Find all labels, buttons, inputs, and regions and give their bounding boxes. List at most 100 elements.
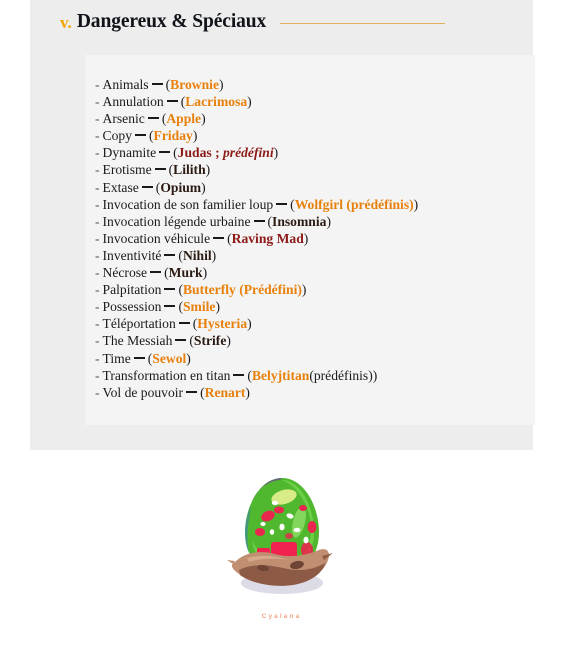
list-item: - Extase (Opium) — [95, 179, 527, 196]
list-bullet-dash: - — [95, 145, 100, 161]
spell-name-suffix: prédéfini — [219, 145, 274, 161]
spell-label: The Messiah — [102, 333, 173, 349]
spell-name: Renart — [204, 384, 246, 400]
em-dash-separator — [164, 305, 176, 308]
spell-name: Wolfgirl (prédéfinis) — [294, 196, 414, 212]
spell-label: Extase — [102, 179, 139, 195]
spell-list-panel: - Animals (Brownie) - Annulation (Lacrimosa) -… — [85, 55, 535, 425]
list-bullet-dash: - — [95, 282, 100, 298]
em-dash-separator — [154, 168, 166, 171]
em-dash-separator — [150, 271, 162, 274]
page-title: Dangereux & Spéciaux — [76, 11, 267, 33]
spell-label: Palpitation — [102, 282, 162, 298]
spell-label: Dynamite — [102, 145, 157, 161]
em-dash-separator — [166, 100, 178, 103]
close-paren: ) — [202, 265, 208, 281]
spell-label: Arsenic — [102, 111, 145, 127]
close-paren: ) — [413, 196, 419, 212]
em-dash-separator — [135, 134, 146, 137]
close-paren: ) — [247, 94, 252, 110]
spell-label: Inventivité — [102, 247, 162, 263]
em-dash-separator — [276, 202, 288, 205]
page-root: v. Dangereux & Spéciaux - Animals (Brownie… — [0, 0, 563, 672]
spell-label: Transformation en titan — [102, 367, 231, 383]
list-bullet-dash: - — [95, 196, 100, 212]
spell-label: Invocation véhicule — [102, 230, 211, 246]
spell-name: Lacrimosa — [185, 94, 248, 110]
illustration-caption: Cyalana — [261, 613, 302, 620]
em-dash-separator — [147, 117, 159, 120]
section-container: v. Dangereux & Spéciaux - Animals (Brownie… — [30, 0, 535, 450]
spell-label: Time — [102, 350, 131, 366]
spell-name-suffix: (prédéfinis) — [309, 367, 373, 383]
close-paren: ) — [247, 316, 252, 332]
list-item: - Annulation (Lacrimosa) — [95, 93, 527, 110]
em-dash-separator — [175, 339, 187, 342]
spell-name: Hysteria — [197, 316, 248, 332]
close-paren: ) — [186, 350, 191, 366]
close-paren: ) — [245, 384, 250, 400]
spell-name: Raving Mad — [231, 230, 304, 246]
close-paren: ) — [201, 179, 206, 195]
close-paren: ) — [273, 145, 279, 161]
spell-label: Erotisme — [102, 162, 152, 178]
close-paren: ) — [205, 162, 211, 178]
spell-list: - Animals (Brownie) - Annulation (Lacrimosa) -… — [95, 76, 527, 401]
list-bullet-dash: - — [95, 350, 100, 366]
em-dash-separator — [233, 373, 245, 376]
list-item: - Nécrose (Murk) — [95, 264, 527, 281]
spell-name: Friday — [153, 128, 193, 144]
spell-label: Possession — [102, 299, 162, 315]
spell-name: Opium — [160, 179, 202, 195]
spell-label: Vol de pouvoir — [102, 384, 184, 400]
spell-name: Judas ; — [177, 145, 220, 161]
spell-name: Lilith — [173, 162, 206, 178]
spell-label: Invocation de son familier loup — [102, 196, 274, 212]
list-bullet-dash: - — [95, 333, 100, 349]
list-bullet-dash: - — [95, 111, 100, 127]
list-bullet-dash: - — [95, 213, 100, 229]
em-dash-separator — [213, 236, 225, 239]
egg-in-nest-icon — [226, 478, 333, 594]
list-bullet-dash: - — [95, 179, 100, 195]
close-paren: ) — [192, 128, 198, 144]
em-dash-separator — [253, 219, 265, 222]
list-item: - Invocation de son familier loup (Wolfgir… — [95, 196, 527, 213]
list-bullet-dash: - — [95, 77, 100, 92]
spell-name: Belyjtitan — [251, 367, 310, 383]
list-item: - Time (Sewol) — [95, 350, 527, 367]
list-bullet-dash: - — [95, 230, 100, 246]
list-bullet-dash: - — [95, 299, 100, 315]
list-item: - Copy (Friday) — [95, 127, 527, 144]
spell-name: Apple — [166, 111, 202, 127]
list-item: - Vol de pouvoir (Renart) — [95, 384, 527, 401]
list-item: - Animals (Brownie) — [95, 76, 527, 93]
em-dash-separator — [151, 83, 163, 85]
list-bullet-dash: - — [95, 128, 100, 144]
em-dash-separator — [164, 288, 176, 291]
list-bullet-dash: - — [95, 94, 100, 110]
close-paren: ) — [211, 247, 217, 263]
list-item: - The Messiah (Strife) — [95, 332, 527, 349]
spell-name: Strife — [193, 333, 227, 349]
list-item: - Invocation véhicule (Raving Mad) — [95, 230, 527, 247]
spell-label: Nécrose — [102, 265, 148, 281]
heading-divider-rule — [280, 22, 446, 24]
close-paren: ) — [301, 282, 307, 298]
spell-name: Smile — [182, 299, 216, 315]
em-dash-separator — [141, 185, 153, 188]
list-bullet-dash: - — [95, 316, 100, 332]
list-item: - Arsenic (Apple) — [95, 110, 527, 127]
list-item: - Dynamite (Judas ; prédéfini) — [95, 144, 527, 161]
close-paren: ) — [372, 367, 378, 383]
list-item: - Inventivité (Nihil) — [95, 247, 527, 264]
em-dash-separator — [178, 322, 190, 325]
close-paren: ) — [326, 213, 331, 229]
section-header: v. Dangereux & Spéciaux — [60, 5, 507, 39]
spell-label: Téléportation — [102, 316, 176, 332]
close-paren: ) — [218, 77, 224, 92]
list-bullet-dash: - — [95, 367, 100, 383]
spell-label: Invocation légende urbaine — [102, 213, 251, 229]
section-numeral: v. — [60, 12, 72, 32]
close-paren: ) — [303, 230, 309, 246]
